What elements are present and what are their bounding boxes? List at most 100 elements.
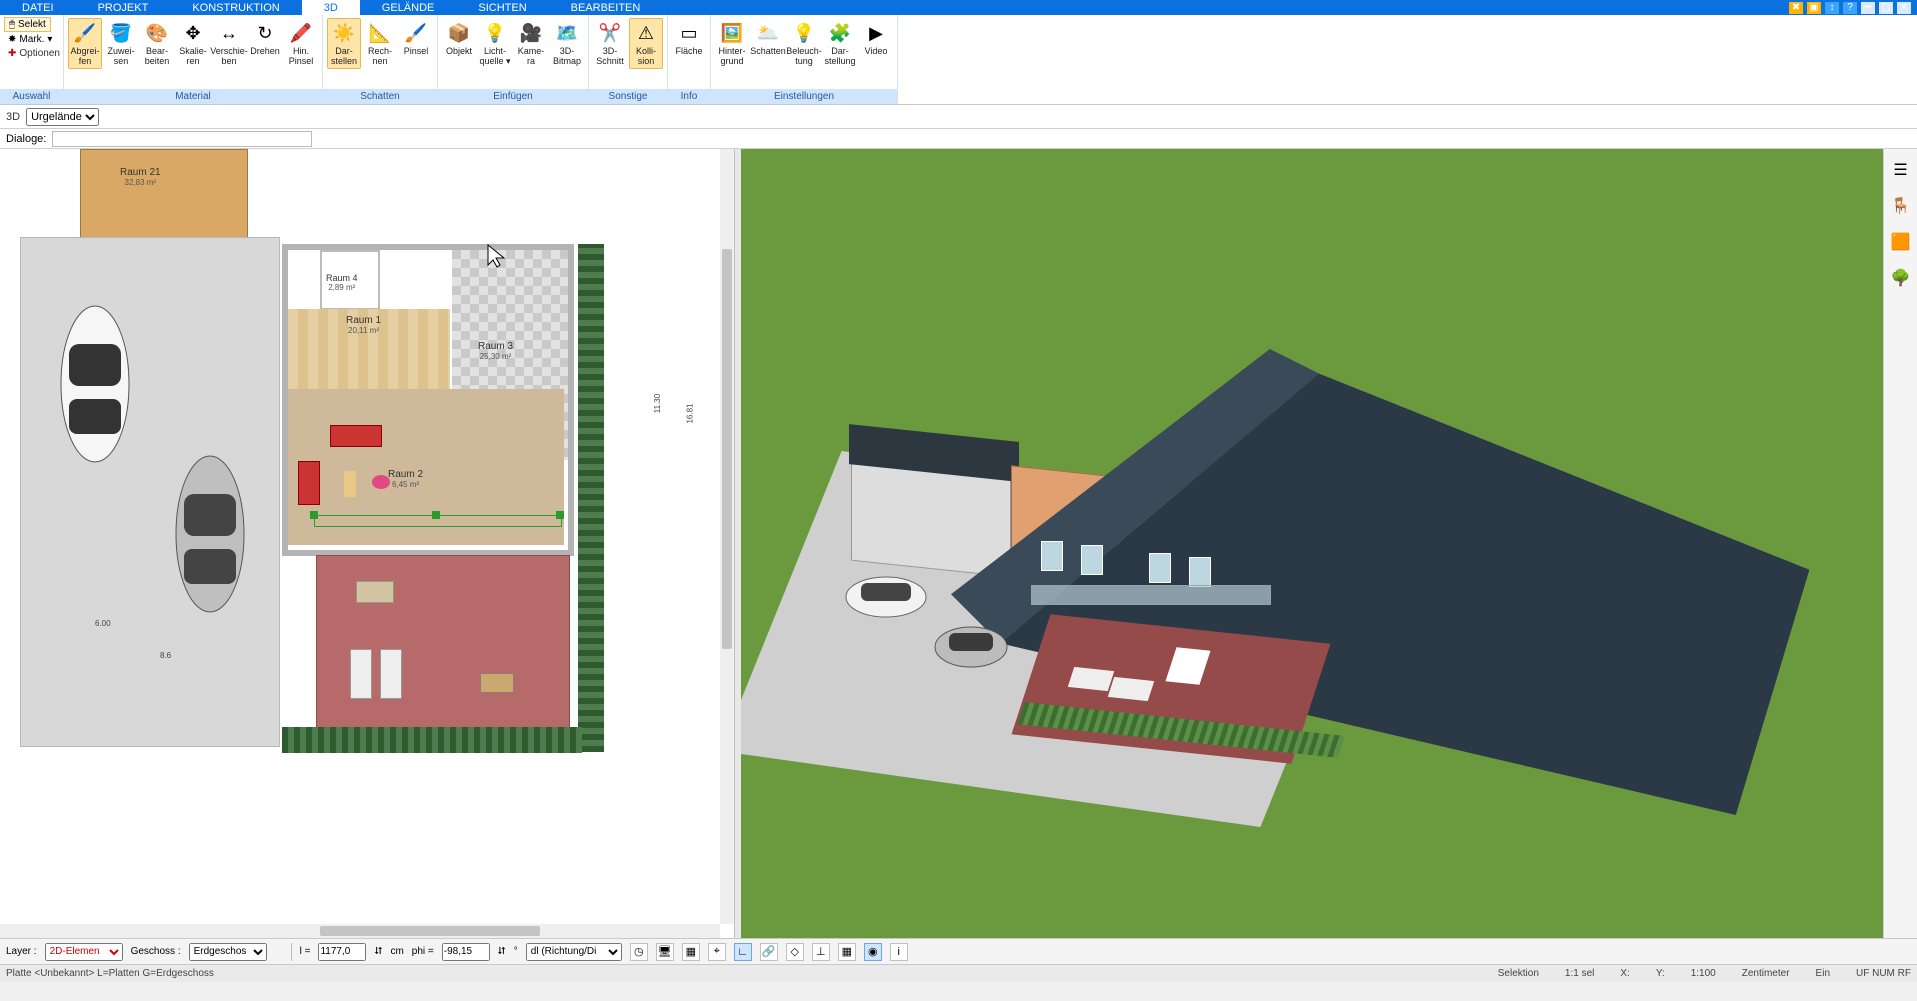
minimize-icon[interactable]: ━ xyxy=(1861,2,1875,14)
selekt-button[interactable]: 🖱 Selekt xyxy=(4,17,51,32)
status-left: Platte <Unbekannt> L=Platten G=Erdgescho… xyxy=(6,968,214,979)
dialoge-input[interactable] xyxy=(52,131,312,147)
titlebar-icon-2[interactable]: ▣ xyxy=(1807,2,1821,14)
group-label-material: Material xyxy=(64,89,322,104)
3d-schnitt-button[interactable]: ✂️3D- Schnitt xyxy=(593,18,627,69)
tool-clock-icon[interactable]: ◷ xyxy=(630,943,648,961)
bearbeiten-button[interactable]: 🎨Bear- beiten xyxy=(140,18,174,69)
hin-pinsel-icon: 🖍️ xyxy=(289,21,313,45)
flaeche-icon: ▭ xyxy=(677,21,701,45)
zuweisen-button[interactable]: 🪣Zuwei- sen xyxy=(104,18,138,69)
kamera-button[interactable]: 🎥Kame- ra xyxy=(514,18,548,69)
schatten2-button[interactable]: 🌥️Schatten xyxy=(751,18,785,59)
schatten2-icon: 🌥️ xyxy=(756,21,780,45)
scrollbar-horizontal[interactable] xyxy=(0,924,720,938)
hin-pinsel-button[interactable]: 🖍️Hin. Pinsel xyxy=(284,18,318,69)
tab-datei[interactable]: DATEI xyxy=(0,0,76,15)
car-icon xyxy=(55,299,135,469)
palette-icon[interactable]: 🟧 xyxy=(1890,231,1912,253)
tool-monitor-icon[interactable]: 🖥 xyxy=(656,943,674,961)
tool-diamond-icon[interactable]: ◇ xyxy=(786,943,804,961)
rechnen-button[interactable]: 📐Rech- nen xyxy=(363,18,397,69)
maximize-icon[interactable]: ▢ xyxy=(1879,2,1893,14)
status-sel: Selektion xyxy=(1498,968,1539,979)
3d-schnitt-icon: ✂️ xyxy=(598,21,622,45)
lichtquelle-icon: 💡 xyxy=(483,21,507,45)
viewport-2d[interactable]: Raum 2132,83 m² Raum 42,89 m² Raum 120,1… xyxy=(0,149,735,938)
help-icon[interactable]: ? xyxy=(1843,2,1857,14)
darstellung-button[interactable]: 🧩Dar- stellung xyxy=(823,18,857,69)
dl-select[interactable]: dl (Richtung/Di xyxy=(526,943,622,961)
dim-text: 6.00 xyxy=(95,619,111,628)
group-label-info: Info xyxy=(668,89,710,104)
tab-konstruktion[interactable]: KONSTRUKTION xyxy=(170,0,301,15)
hintergrund-button[interactable]: 🖼️Hinter- grund xyxy=(715,18,749,69)
beleuchtung-icon: 💡 xyxy=(792,21,816,45)
layers-icon[interactable]: ☰ xyxy=(1890,159,1912,181)
verschieben-button[interactable]: ↔Verschie- ben xyxy=(212,18,246,69)
3d-bitmap-button[interactable]: 🗺️3D- Bitmap xyxy=(550,18,584,69)
kollision-icon: ⚠ xyxy=(634,21,658,45)
status-ratio: 1:1 sel xyxy=(1565,968,1594,979)
tree-icon[interactable]: 🌳 xyxy=(1890,267,1912,289)
bearbeiten-icon: 🎨 xyxy=(145,21,169,45)
tab-projekt[interactable]: PROJEKT xyxy=(76,0,171,15)
tool-info-icon[interactable]: i xyxy=(890,943,908,961)
tool-layers-icon[interactable]: ▦ xyxy=(682,943,700,961)
lichtquelle-button[interactable]: 💡Licht- quelle ▾ xyxy=(478,18,512,69)
tab-sichten[interactable]: SICHTEN xyxy=(456,0,548,15)
objekt-button[interactable]: 📦Objekt xyxy=(442,18,476,59)
group-label-einstellungen: Einstellungen xyxy=(711,89,897,104)
rechnen-icon: 📐 xyxy=(368,21,392,45)
tool-ortho-icon[interactable]: ∟ xyxy=(734,943,752,961)
skalieren-button[interactable]: ✥Skalie- ren xyxy=(176,18,210,69)
tab-bearbeiten[interactable]: BEARBEITEN xyxy=(549,0,663,15)
beleuchtung-button[interactable]: 💡Beleuch- tung xyxy=(787,18,821,69)
tab-gelaende[interactable]: GELÄNDE xyxy=(360,0,457,15)
phi-unit: ° xyxy=(514,946,518,957)
abgreifen-icon: 🖌️ xyxy=(73,21,97,45)
video-button[interactable]: ▶Video xyxy=(859,18,893,59)
verschieben-icon: ↔ xyxy=(217,21,241,45)
phi-input[interactable] xyxy=(442,943,490,961)
titlebar-icon-1[interactable]: ✖ xyxy=(1789,2,1803,14)
darstellen-button[interactable]: ☀️Dar- stellen xyxy=(327,18,361,69)
kollision-button[interactable]: ⚠Kolli- sion xyxy=(629,18,663,69)
tool-perp-icon[interactable]: ⊥ xyxy=(812,943,830,961)
scrollbar-vertical[interactable] xyxy=(720,149,734,924)
skalieren-icon: ✥ xyxy=(181,21,205,45)
pinsel-icon: 🖌️ xyxy=(404,21,428,45)
optionen-button[interactable]: ✚ Optionen xyxy=(4,47,64,60)
zuweisen-icon: 🪣 xyxy=(109,21,133,45)
tool-target-icon[interactable]: ◉ xyxy=(864,943,882,961)
l-input[interactable] xyxy=(318,943,366,961)
layer-select[interactable]: 2D-Elemen xyxy=(45,943,123,961)
flaeche-button[interactable]: ▭Fläche xyxy=(672,18,706,59)
drehen-button[interactable]: ↻Drehen xyxy=(248,18,282,59)
tool-link-icon[interactable]: 🔗 xyxy=(760,943,778,961)
video-icon: ▶ xyxy=(864,21,888,45)
abgreifen-button[interactable]: 🖌️Abgrei- fen xyxy=(68,18,102,69)
pinsel-button[interactable]: 🖌️Pinsel xyxy=(399,18,433,59)
furniture-icon[interactable]: 🪑 xyxy=(1890,195,1912,217)
group-label-sonstige: Sonstige xyxy=(589,89,667,104)
tool-grid-icon[interactable]: ▦ xyxy=(838,943,856,961)
dialoge-label: Dialoge: xyxy=(6,133,46,145)
tool-snap1-icon[interactable]: ⌖ xyxy=(708,943,726,961)
viewport-3d[interactable] xyxy=(741,149,1883,938)
tab-3d[interactable]: 3D xyxy=(302,0,360,15)
drehen-icon: ↻ xyxy=(253,21,277,45)
status-ein: Ein xyxy=(1816,968,1830,979)
titlebar-icon-3[interactable]: ↕ xyxy=(1825,2,1839,14)
geschoss-label: Geschoss : xyxy=(131,946,181,957)
mark-button[interactable]: ✸ Mark. ▾ xyxy=(4,33,56,46)
darstellung-icon: 🧩 xyxy=(828,21,852,45)
layer-dropdown[interactable]: Urgelände xyxy=(26,108,99,126)
geschoss-select[interactable]: Erdgeschos xyxy=(189,943,267,961)
dim-text: 11.30 xyxy=(653,394,662,413)
cursor-icon xyxy=(486,243,506,269)
close-icon[interactable]: ✕ xyxy=(1897,2,1911,14)
car-icon xyxy=(170,449,250,619)
3d-bitmap-icon: 🗺️ xyxy=(555,21,579,45)
view-mode-label: 3D xyxy=(6,111,20,123)
